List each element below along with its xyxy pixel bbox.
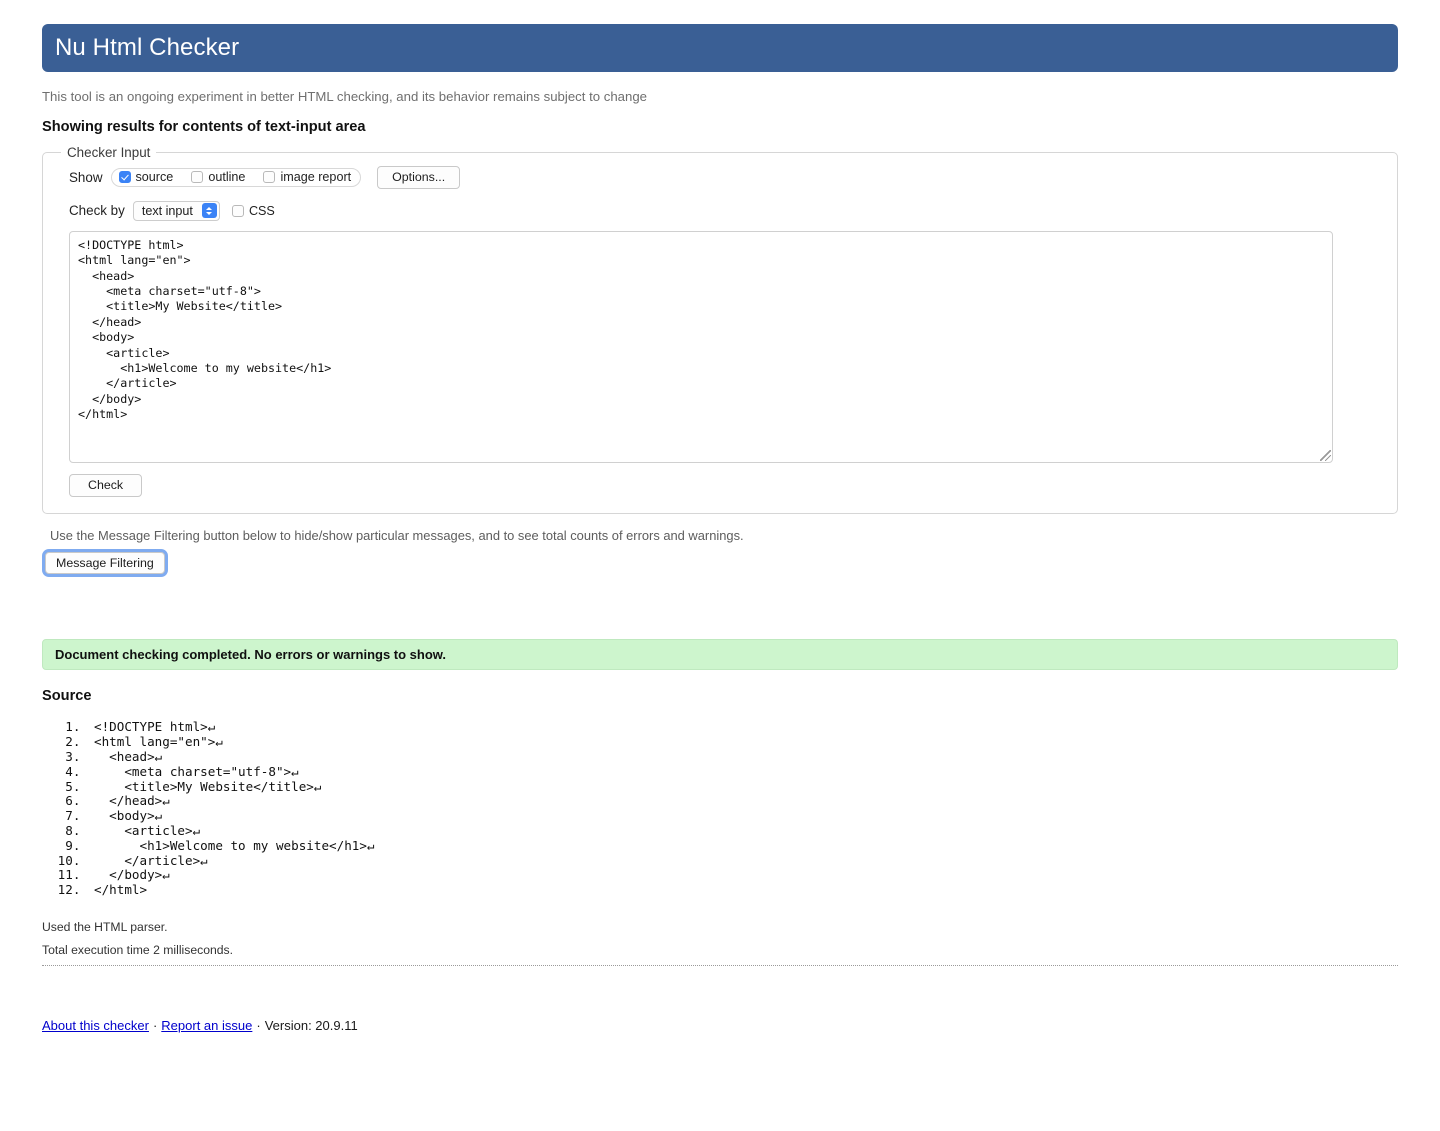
- status-banner: Document checking completed. No errors o…: [42, 639, 1398, 671]
- show-row: Show source outline image report Options…: [43, 165, 1397, 189]
- checkbox-source-box[interactable]: [118, 171, 131, 184]
- message-filtering-hint: Use the Message Filtering button below t…: [50, 527, 744, 543]
- footer-separator-1: ·: [152, 1018, 158, 1034]
- checkbox-css[interactable]: CSS: [231, 203, 275, 218]
- source-line: </html>: [88, 882, 1398, 898]
- source-line: <title>My Website</title>↵: [88, 779, 1398, 795]
- source-line: <meta charset="utf-8">↵: [88, 764, 1398, 780]
- check-by-label: Check by: [69, 203, 125, 219]
- about-link[interactable]: About this checker: [42, 1018, 149, 1033]
- message-filtering-button-focus-ring: Message Filtering: [42, 548, 168, 578]
- results-heading: Showing results for contents of text-inp…: [42, 118, 366, 135]
- source-line: <body>↵: [88, 808, 1398, 824]
- source-line: <h1>Welcome to my website</h1>↵: [88, 838, 1398, 854]
- report-issue-link[interactable]: Report an issue: [161, 1018, 252, 1033]
- source-line: <article>↵: [88, 823, 1398, 839]
- message-filtering-button[interactable]: Message Filtering: [45, 551, 165, 575]
- source-textarea[interactable]: [69, 230, 1333, 463]
- source-line: <!DOCTYPE html>↵: [88, 720, 1398, 735]
- checker-input-legend: Checker Input: [67, 144, 151, 160]
- checkbox-css-label: CSS: [248, 203, 275, 218]
- source-textarea-wrap: [69, 230, 1333, 463]
- app-title: Nu Html Checker: [55, 34, 240, 61]
- source-line: <html lang="en">↵: [88, 734, 1398, 750]
- checkbox-css-box[interactable]: [231, 204, 244, 217]
- parser-note: Used the HTML parser.: [42, 920, 168, 935]
- chevron-updown-icon: [201, 203, 217, 219]
- checkbox-source-label: source: [135, 170, 174, 185]
- checkbox-outline[interactable]: outline: [191, 170, 245, 184]
- version-text: Version: 20.9.11: [264, 1018, 358, 1034]
- check-by-row: Check by text input CSS: [43, 200, 1397, 221]
- source-line: </body>↵: [88, 868, 1398, 883]
- source-line: </article>↵: [88, 853, 1398, 869]
- execution-time-note: Total execution time 2 milliseconds.: [42, 943, 234, 958]
- show-label: Show: [69, 169, 103, 185]
- intro-text: This tool is an ongoing experiment in be…: [42, 89, 647, 104]
- footer-divider: [42, 965, 1398, 967]
- checkbox-image-report-label: image report: [280, 170, 352, 185]
- check-button-row: Check: [43, 473, 1397, 497]
- checkbox-outline-label: outline: [208, 170, 246, 185]
- checkbox-source[interactable]: source: [118, 170, 174, 185]
- footer-separator-2: ·: [256, 1018, 261, 1034]
- source-line: </head>↵: [88, 794, 1398, 809]
- source-listing: <!DOCTYPE html>↵ <html lang="en">↵ <head…: [42, 720, 1398, 898]
- show-options-group: source outline image report: [110, 167, 362, 187]
- check-by-select-value: text input: [141, 203, 193, 218]
- checkbox-outline-box[interactable]: [191, 171, 204, 184]
- app-header: Nu Html Checker: [42, 24, 1398, 72]
- footer: About this checker · Report an issue · Versi…: [42, 1018, 1398, 1033]
- check-by-select[interactable]: text input: [132, 200, 220, 221]
- source-heading: Source: [42, 688, 92, 705]
- checker-input-fieldset: Checker Input Show source outline image …: [42, 144, 1398, 514]
- page-container: Nu Html Checker This tool is an ongoing …: [42, 0, 1398, 1033]
- source-line: <head>↵: [88, 749, 1398, 765]
- options-button[interactable]: Options...: [377, 165, 461, 189]
- check-button[interactable]: Check: [69, 473, 143, 497]
- checkbox-image-report-box[interactable]: [263, 171, 276, 184]
- checkbox-image-report[interactable]: image report: [263, 170, 351, 184]
